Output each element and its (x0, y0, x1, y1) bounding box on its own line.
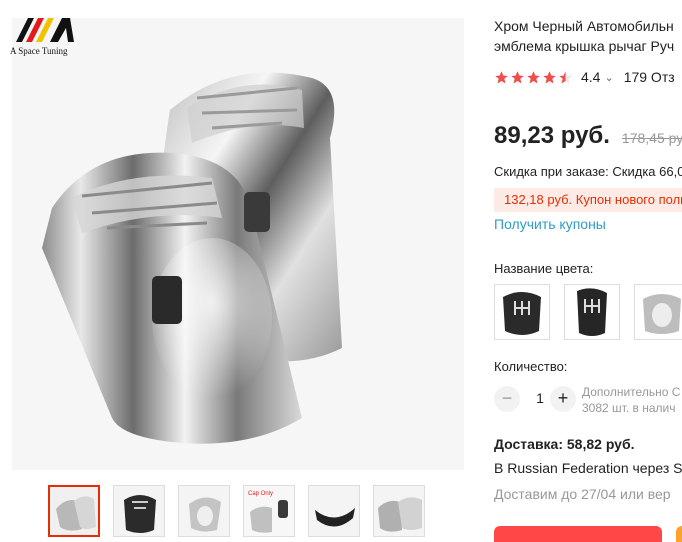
brand-logo-icon (16, 18, 74, 42)
thumbnail-5[interactable] (308, 485, 360, 537)
quantity-value[interactable]: 1 (530, 390, 550, 406)
chrome-pair-2-thumb-icon (374, 486, 424, 536)
stock-info: Дополнительно С 3082 шт. в налич (582, 384, 680, 416)
star-half-icon (559, 70, 572, 83)
main-product-image[interactable] (12, 18, 464, 470)
brand-logo-text: A Space Tuning (10, 46, 68, 56)
old-price: 178,45 ру (621, 130, 682, 146)
price-row: 89,23 руб. 178,45 ру (494, 122, 682, 150)
quantity-decrease-button[interactable]: − (494, 386, 520, 412)
black-cover-thumb-icon (309, 486, 359, 536)
color-name-label: Название цвета: (494, 261, 594, 276)
stock-info-line-1: Дополнительно С (582, 385, 681, 399)
chrome-pair-thumb-icon (50, 487, 98, 535)
black-knob-swatch-icon (495, 285, 549, 339)
order-discount-text: Скидка при заказе: Скидка 66,09 (494, 164, 682, 179)
color-swatches (494, 284, 682, 342)
current-price: 89,23 руб. (494, 122, 610, 149)
cap-only-label: Cap Only (248, 491, 273, 497)
star-icon (495, 70, 508, 83)
reviews-count[interactable]: 179 Отз (624, 69, 675, 85)
quantity-increase-button[interactable]: + (550, 386, 576, 412)
chevron-down-icon[interactable]: ⌄ (604, 71, 613, 84)
rating-value[interactable]: 4.4 (581, 69, 600, 85)
star-icon (527, 70, 540, 83)
brand-logo: A Space Tuning (10, 16, 90, 60)
thumbnail-2[interactable] (113, 485, 165, 537)
chrome-single-thumb-icon (179, 486, 229, 536)
color-swatch-2[interactable] (564, 284, 620, 340)
buy-now-button[interactable] (494, 526, 662, 542)
product-title-line-1: Хром Черный Автомобильн (494, 18, 674, 34)
delivery-date: Доставим до 27/04 или вер (494, 486, 671, 502)
star-icon (543, 70, 556, 83)
chrome-knob-swatch-icon (635, 285, 682, 339)
add-to-cart-button[interactable] (676, 526, 682, 542)
chrome-cap-only-thumb-icon: Cap Only (244, 486, 294, 536)
star-icon (511, 70, 524, 83)
quantity-label: Количество: (494, 359, 568, 374)
black-knob-6-swatch-icon (565, 285, 619, 339)
thumbnail-strip: Cap Only (48, 485, 448, 539)
thumbnail-3[interactable] (178, 485, 230, 537)
get-coupons-link[interactable]: Получить купоны (494, 216, 606, 232)
thumbnail-1[interactable] (48, 485, 100, 537)
new-user-coupon-banner[interactable]: 132,18 руб. Купон нового поль (494, 188, 682, 212)
product-gallery: A Space Tuning Cap Only (0, 0, 480, 542)
color-swatch-3[interactable] (634, 284, 682, 340)
color-swatch-1[interactable] (494, 284, 550, 340)
black-knob-thumb-icon (114, 486, 164, 536)
thumbnail-4[interactable]: Cap Only (243, 485, 295, 537)
product-title[interactable]: Хром Черный Автомобильн эмблема крышка р… (494, 16, 682, 56)
delivery-destination[interactable]: В Russian Federation через S (494, 460, 682, 476)
stock-info-line-2: 3082 шт. в налич (582, 401, 676, 415)
gear-knob-covers-image (12, 18, 464, 470)
rating-stars (494, 70, 573, 85)
delivery-price: Доставка: 58,82 руб. (494, 436, 635, 452)
rating-row: 4.4 ⌄ 179 Отз (494, 67, 675, 87)
thumbnail-6[interactable] (373, 485, 425, 537)
product-info-panel: Хром Черный Автомобильн эмблема крышка р… (494, 0, 682, 542)
product-title-line-2: эмблема крышка рычаг Руч (494, 38, 675, 54)
